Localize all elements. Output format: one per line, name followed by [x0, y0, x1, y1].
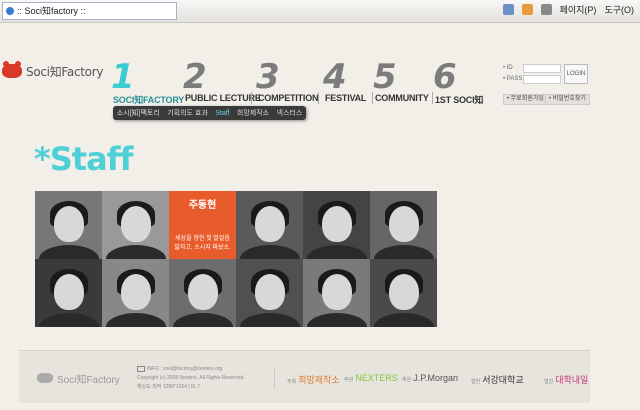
staff-description: 세상을 향한 첫 발걸음 밟자고, 소시지 짜놨소. — [174, 236, 231, 251]
staff-photo-grid: 주동현 세상을 향한 첫 발걸음 밟자고, 소시지 짜놨소. — [35, 191, 438, 327]
staff-photo-highlighted[interactable]: 주동현 세상을 향한 첫 발걸음 밟자고, 소시지 짜놨소. — [169, 191, 236, 259]
page-menu[interactable]: 페이지(P) — [560, 3, 597, 16]
join-link[interactable]: • 무료회원가입 — [503, 94, 548, 105]
browser-tab[interactable]: :: Soci知factory :: — [2, 2, 177, 20]
nav-label: COMPETITION — [258, 93, 319, 103]
submenu-bar: 소시[知]팩토리 기획의도 효과 Staff 희망제작소 넥스터스 — [113, 106, 306, 120]
submenu-item[interactable]: 넥스터스 — [277, 108, 303, 118]
nav-item-festival[interactable]: 4 FESTIVAL — [323, 57, 366, 103]
submenu-item[interactable]: 기획의도 효과 — [167, 108, 208, 118]
footer-logo-mark-icon — [37, 373, 53, 383]
nav-label: COMMUNITY — [375, 93, 429, 103]
staff-name: 주동현 — [188, 200, 217, 211]
staff-photo[interactable] — [35, 259, 102, 327]
footer-logo: Soci知Factory — [37, 371, 120, 386]
footer-resolution: 해상도 최적 1280*1024 | IE 7 — [137, 384, 200, 390]
sponsor-univ-tomorrow[interactable]: 협찬 대학내일 — [544, 373, 588, 386]
nav-number: 2 — [183, 57, 207, 97]
mail-icon — [137, 365, 145, 372]
nav-number: 6 — [433, 57, 457, 97]
nav-number: 1 — [111, 57, 135, 97]
staff-photo[interactable] — [169, 259, 236, 327]
submenu-item[interactable]: 소시[知]팩토리 — [117, 108, 160, 118]
ie-favicon-icon — [6, 7, 14, 15]
tools-menu[interactable]: 도구(O) — [604, 3, 634, 16]
id-input[interactable] — [523, 64, 561, 73]
staff-photo[interactable] — [236, 191, 303, 259]
sponsor-sogang-university[interactable]: 협찬 서강대학교 — [471, 373, 524, 386]
nav-divider — [318, 92, 319, 104]
print-icon[interactable] — [540, 4, 552, 15]
nav-number: 3 — [256, 57, 280, 97]
nav-item-1st-soci[interactable]: 6 1ST SOCI知 — [433, 57, 483, 105]
site-logo[interactable]: Soci知Factory — [2, 61, 103, 81]
staff-photo[interactable] — [102, 191, 169, 259]
home-icon[interactable] — [502, 4, 514, 15]
staff-photo[interactable] — [370, 259, 437, 327]
browser-toolbar: :: Soci知factory :: 페이지(P) 도구(O) — [0, 0, 640, 23]
staff-photo[interactable] — [303, 259, 370, 327]
footer-info: INFO : soci@factory@nexters.org Copyrigh… — [137, 365, 245, 392]
logo-text: Soci知Factory — [26, 65, 104, 79]
nav-label: PUBLIC LECTURE — [185, 93, 261, 103]
footer-logo-text: Soci知Factory — [57, 375, 120, 386]
password-label: • PASS — [503, 76, 523, 82]
password-input[interactable] — [523, 75, 561, 84]
submenu-item-staff[interactable]: Staff — [215, 110, 229, 117]
footer-divider — [274, 367, 275, 389]
nav-number: 5 — [373, 57, 397, 97]
staff-photo[interactable] — [102, 259, 169, 327]
nav-item-public-lecture[interactable]: 2 PUBLIC LECTURE — [183, 57, 261, 103]
staff-photo[interactable] — [370, 191, 437, 259]
sponsor-hope-institute[interactable]: 주최 희망제작소 — [287, 373, 340, 386]
footer: Soci知Factory INFO : soci@factory@nexters… — [19, 350, 590, 403]
find-password-link[interactable]: • 비밀번호찾기 — [545, 94, 590, 105]
submenu-item[interactable]: 희망제작소 — [237, 108, 269, 118]
rss-icon[interactable] — [521, 4, 533, 15]
sponsor-nexters[interactable]: 주관 NEXTERS — [344, 373, 398, 383]
nav-item-socifactory[interactable]: 1 SOCI知FACTORY — [111, 57, 184, 105]
browser-tools: 페이지(P) 도구(O) — [502, 3, 634, 16]
page-title: *Staff — [34, 140, 134, 178]
footer-copyright: Copyright (c) 2008 Nexters. All Rights R… — [137, 375, 245, 381]
nav-divider — [251, 92, 252, 104]
staff-photo[interactable] — [303, 191, 370, 259]
nav-item-competition[interactable]: 3 COMPETITION — [256, 57, 319, 103]
staff-photo[interactable] — [35, 191, 102, 259]
nav-label: SOCI知FACTORY — [113, 95, 185, 105]
nav-item-community[interactable]: 5 COMMUNITY — [373, 57, 429, 103]
nav-number: 4 — [323, 57, 347, 97]
nav-label: 1ST SOCI知 — [435, 95, 484, 105]
sponsor-jpmorgan[interactable]: 후원 J.P.Morgan — [402, 373, 458, 383]
footer-email[interactable]: INFO : soci@factory@nexters.org — [147, 366, 222, 372]
nav-label: FESTIVAL — [325, 93, 367, 103]
id-label: • ID — [503, 65, 513, 71]
logo-mark-icon — [2, 61, 22, 78]
browser-tab-title: :: Soci知factory :: — [17, 6, 86, 16]
login-button[interactable]: LOGIN — [564, 64, 588, 84]
staff-photo[interactable] — [236, 259, 303, 327]
